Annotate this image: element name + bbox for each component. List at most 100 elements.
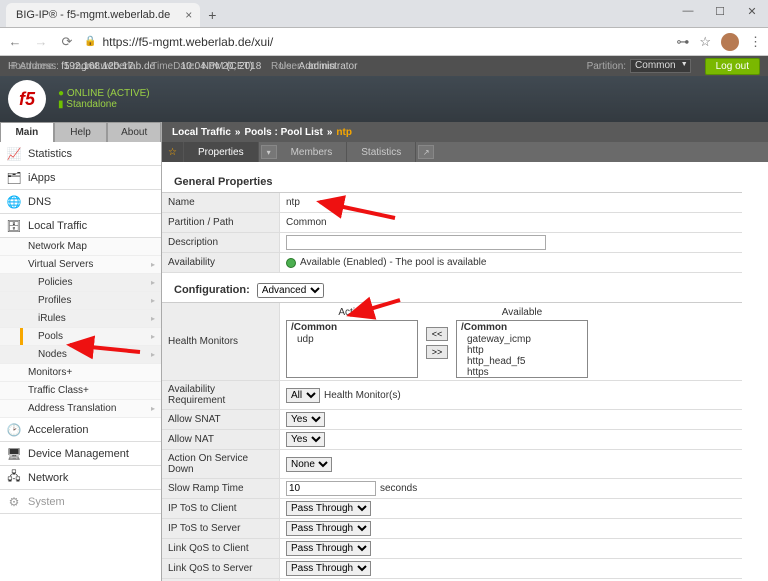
device-icon: 🖥	[6, 446, 22, 462]
key-icon[interactable]: ⊶	[676, 34, 689, 50]
active-monitors-list[interactable]: /Common udp	[286, 320, 418, 378]
chevron-right-icon: ▸	[151, 296, 155, 305]
allow-snat-select[interactable]: Yes	[286, 412, 325, 427]
content-pane: Local Traffic » Pools : Pool List » ntp …	[162, 122, 768, 581]
list-item[interactable]: https	[457, 367, 587, 378]
plus-icon: +	[66, 367, 72, 378]
role-value: Administrator	[299, 61, 358, 72]
nav-dns[interactable]: 🌐DNS	[0, 190, 161, 214]
address-bar: ← → ⟳ 🔒 https://f5-mgmt.weberlab.de/xui/…	[0, 28, 768, 56]
nav-network-map[interactable]: Network Map	[0, 238, 161, 256]
browser-tab[interactable]: BIG-IP® - f5-mgmt.weberlab.de ×	[6, 3, 200, 27]
standalone-status: Standalone	[66, 99, 117, 110]
tab-properties[interactable]: Properties	[184, 142, 259, 162]
health-monitors-label: Health Monitors	[162, 303, 280, 380]
ip-tos-client-label: IP ToS to Client	[162, 499, 280, 518]
available-header: Available	[502, 307, 542, 320]
nav-monitors[interactable]: Monitors+	[0, 364, 161, 382]
section-configuration: Configuration: Advanced	[162, 273, 768, 302]
url-field[interactable]: 🔒 https://f5-mgmt.weberlab.de/xui/	[84, 35, 668, 49]
reload-icon[interactable]: ⟳	[58, 34, 76, 50]
nav-iapps[interactable]: 🗂iApps	[0, 166, 161, 190]
move-right-button[interactable]: >>	[426, 345, 448, 359]
gauge-icon: 🕑	[6, 422, 22, 438]
allow-nat-label: Allow NAT	[162, 430, 280, 449]
left-nav: Main Help About 📈Statistics 🗂iApps 🌐DNS …	[0, 122, 162, 581]
avail-req-select[interactable]: All	[286, 388, 320, 403]
chevron-right-icon: ▸	[151, 260, 155, 269]
nav-system[interactable]: ⚙System	[0, 490, 161, 514]
nav-irules[interactable]: iRules▸	[0, 310, 161, 328]
back-icon[interactable]: ←	[6, 34, 24, 49]
ip-tos-client-select[interactable]: Pass Through	[286, 501, 371, 516]
chevron-right-icon: ▸	[151, 350, 155, 359]
list-item[interactable]: http_head_f5	[457, 356, 587, 367]
available-monitors-list[interactable]: /Common gateway_icmp http http_head_f5 h…	[456, 320, 588, 378]
close-icon[interactable]: ×	[185, 8, 192, 22]
allow-snat-label: Allow SNAT	[162, 410, 280, 429]
minimize-icon[interactable]: —	[672, 0, 704, 22]
tab-about[interactable]: About	[107, 122, 161, 142]
link-qos-server-select[interactable]: Pass Through	[286, 561, 371, 576]
lock-icon: 🔒	[84, 36, 96, 47]
name-value: ntp	[280, 193, 742, 212]
tab-main[interactable]: Main	[0, 122, 54, 142]
time-label: Time:	[151, 61, 176, 72]
config-mode-select[interactable]: Advanced	[257, 283, 324, 298]
tab-help[interactable]: Help	[54, 122, 108, 142]
star-icon[interactable]: ☆	[699, 34, 711, 50]
page-tabs: ☆ Properties ▾ Members Statistics ↗	[162, 142, 768, 162]
partition-path-label: Partition / Path	[162, 213, 280, 232]
nav-profiles[interactable]: Profiles▸	[0, 292, 161, 310]
network-icon: 🖧	[6, 470, 22, 486]
nav-statistics[interactable]: 📈Statistics	[0, 142, 161, 166]
tab-members[interactable]: Members	[277, 142, 348, 162]
move-left-button[interactable]: <<	[426, 327, 448, 341]
partition-select[interactable]: Common	[630, 59, 691, 73]
slow-ramp-label: Slow Ramp Time	[162, 479, 280, 498]
ip-tos-server-select[interactable]: Pass Through	[286, 521, 371, 536]
allow-nat-select[interactable]: Yes	[286, 432, 325, 447]
browser-tabstrip: BIG-IP® - f5-mgmt.weberlab.de × + — ☐ ✕	[0, 0, 768, 28]
nav-pools[interactable]: Pools▸	[0, 328, 161, 346]
link-qos-server-label: Link QoS to Server	[162, 559, 280, 578]
ip-value: 192.168.120.17	[64, 61, 134, 72]
general-properties-table: Namentp Partition / PathCommon Descripti…	[162, 192, 742, 273]
nav-acceleration[interactable]: 🕑Acceleration	[0, 418, 161, 442]
chevron-right-icon: ▸	[151, 314, 155, 323]
slow-ramp-input[interactable]	[286, 481, 376, 496]
nav-policies[interactable]: Policies▸	[0, 274, 161, 292]
system-icon: ⚙	[6, 494, 22, 510]
name-label: Name	[162, 193, 280, 212]
nav-virtual-servers[interactable]: Virtual Servers▸	[0, 256, 161, 274]
link-qos-client-select[interactable]: Pass Through	[286, 541, 371, 556]
partition-path-value: Common	[280, 213, 742, 232]
favorite-icon[interactable]: ☆	[162, 142, 184, 162]
nav-network[interactable]: 🖧Network	[0, 466, 161, 490]
action-down-select[interactable]: None	[286, 457, 332, 472]
nav-traffic-class[interactable]: Traffic Class+	[0, 382, 161, 400]
nav-address-translation[interactable]: Address Translation▸	[0, 400, 161, 418]
globe-icon: 🌐	[6, 194, 22, 210]
tab-popout-icon[interactable]: ↗	[418, 145, 434, 159]
breadcrumb-current: ntp	[336, 127, 352, 138]
tab-statistics[interactable]: Statistics	[347, 142, 416, 162]
logout-button[interactable]: Log out	[705, 58, 760, 75]
nav-device-mgmt[interactable]: 🖥Device Management	[0, 442, 161, 466]
list-item[interactable]: udp	[287, 334, 417, 345]
section-general: General Properties	[162, 162, 768, 192]
nav-nodes[interactable]: Nodes▸	[0, 346, 161, 364]
nav-local-traffic[interactable]: 🗄Local Traffic	[0, 214, 161, 238]
new-tab-button[interactable]: +	[208, 7, 216, 23]
chart-icon: 📈	[6, 146, 22, 162]
menu-icon[interactable]: ⋮	[749, 34, 762, 50]
close-window-icon[interactable]: ✕	[736, 0, 768, 22]
description-input[interactable]	[286, 235, 546, 250]
status-available-icon	[286, 258, 296, 268]
avatar[interactable]	[721, 33, 739, 51]
list-item[interactable]: http	[457, 345, 587, 356]
maximize-icon[interactable]: ☐	[704, 0, 736, 22]
list-item[interactable]: gateway_icmp	[457, 334, 587, 345]
tab-menu-icon[interactable]: ▾	[261, 145, 277, 159]
configuration-table: Health Monitors Active /Common udp << >>	[162, 302, 742, 581]
